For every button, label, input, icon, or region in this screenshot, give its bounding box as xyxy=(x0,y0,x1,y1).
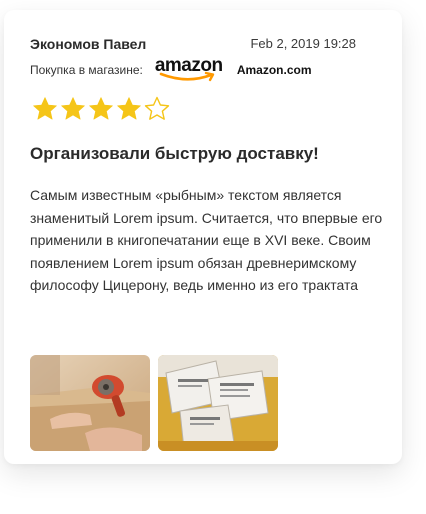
review-text: Самым известным «рыбным» текстом являетс… xyxy=(30,187,383,293)
store-label: Покупка в магазине: xyxy=(30,63,143,77)
photo-parcels[interactable] xyxy=(158,355,278,451)
store-name[interactable]: Amazon.com xyxy=(237,63,312,77)
photo-packing-tape[interactable] xyxy=(30,355,150,451)
amazon-smile-icon xyxy=(159,71,215,82)
review-card: Экономов Павел Feb 2, 2019 19:28 Покупка… xyxy=(4,10,402,464)
star-empty-icon xyxy=(144,96,170,120)
review-photos xyxy=(30,355,278,451)
star-filled-icon xyxy=(89,97,113,120)
star-filled-icon xyxy=(117,97,141,120)
star-filled-icon xyxy=(61,97,85,120)
rating-stars xyxy=(32,96,170,122)
review-date: Feb 2, 2019 19:28 xyxy=(250,36,356,51)
amazon-logo[interactable]: amazon xyxy=(155,55,225,83)
review-title: Организовали быструю доставку! xyxy=(30,144,319,163)
author-name[interactable]: Экономов Павел xyxy=(30,36,146,52)
star-filled-icon xyxy=(33,97,57,120)
store-row: Покупка в магазине: amazon Amazon.com xyxy=(30,55,312,84)
